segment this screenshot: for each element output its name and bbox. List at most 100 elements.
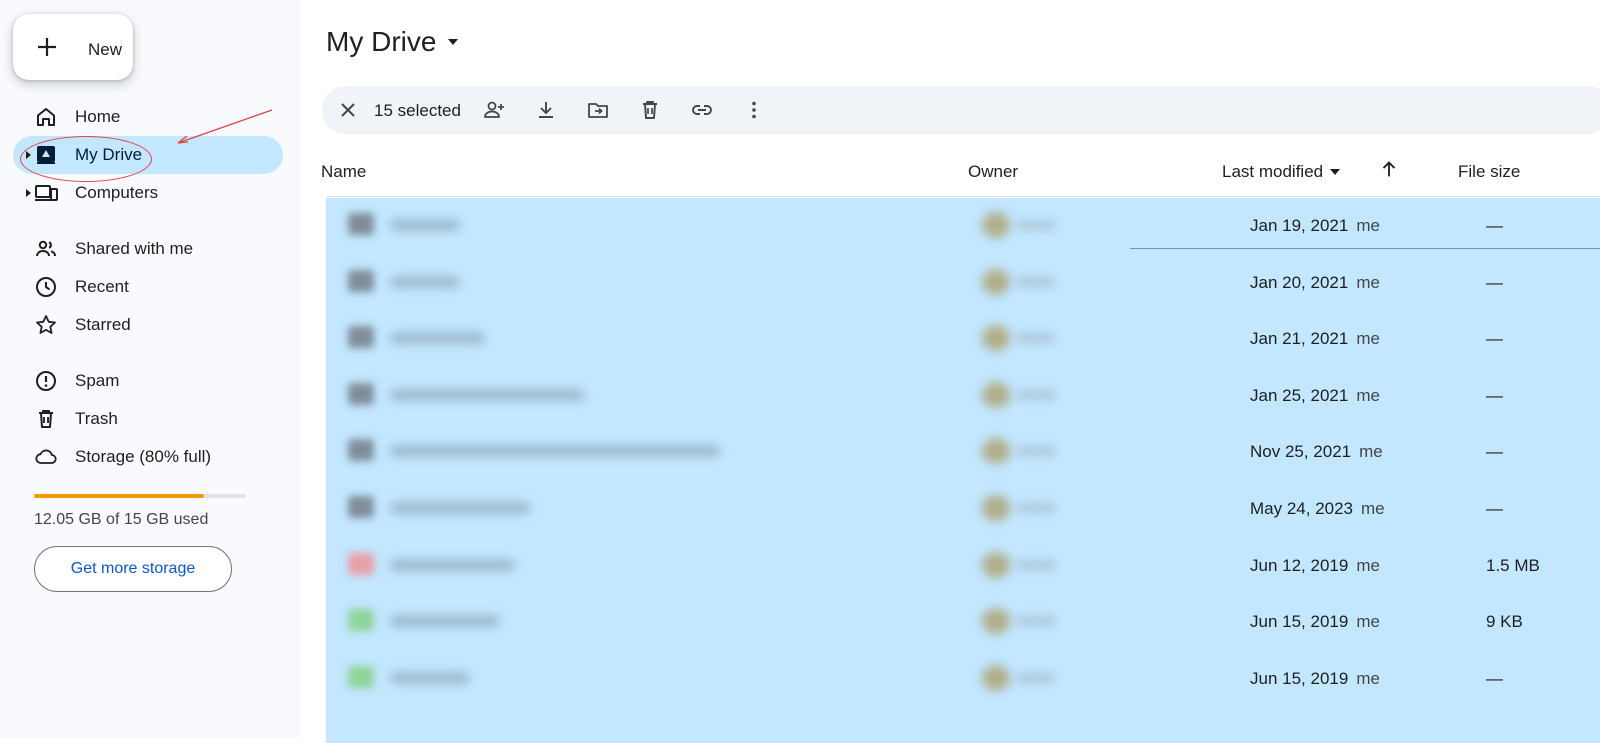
sidebar-item-spam[interactable]: Spam xyxy=(13,362,283,400)
modified-by: me xyxy=(1356,555,1380,575)
expand-caret-icon[interactable] xyxy=(24,189,32,197)
last-modified-cell: Jan 20, 2021 me xyxy=(1250,273,1380,293)
header-divider xyxy=(326,196,1600,197)
sidebar-item-recent[interactable]: Recent xyxy=(13,268,283,306)
sidebar-item-label: Spam xyxy=(75,371,120,390)
table-row[interactable]: Jan 20, 2021 me — xyxy=(326,255,1600,313)
file-size-cell: — xyxy=(1486,272,1503,292)
file-name-redacted xyxy=(390,502,530,514)
column-header-owner[interactable]: Owner xyxy=(968,162,1018,182)
last-modified-cell: Jan 19, 2021 me xyxy=(1250,216,1380,236)
last-modified-date: Jun 15, 2019 xyxy=(1250,612,1349,632)
table-row[interactable]: Jun 15, 2019 me — xyxy=(326,651,1600,709)
column-header-last-modified-label: Last modified xyxy=(1222,162,1324,181)
table-row[interactable]: May 24, 2023 me — xyxy=(326,481,1600,539)
link-icon[interactable] xyxy=(690,98,714,122)
plus-icon xyxy=(38,38,56,56)
file-size-cell: — xyxy=(1486,329,1503,349)
owner-avatar xyxy=(982,551,1010,578)
main-content: My Drive 15 selected Name Owner Last mod… xyxy=(300,0,1600,743)
storage-usage-text: 12.05 GB of 15 GB used xyxy=(34,511,209,528)
expand-caret-icon[interactable] xyxy=(24,151,32,159)
file-type-icon xyxy=(348,326,374,349)
more-vert-icon[interactable] xyxy=(742,98,766,122)
sidebar-item-computers[interactable]: Computers xyxy=(13,174,283,212)
table-row[interactable]: Jun 12, 2019 me 1.5 MB xyxy=(326,538,1600,596)
modified-by: me xyxy=(1356,329,1380,349)
sidebar-item-label: Recent xyxy=(75,277,129,296)
owner-name-redacted xyxy=(1016,220,1056,230)
row-divider xyxy=(1130,248,1600,249)
trash-icon xyxy=(39,410,53,428)
sidebar-item-storage[interactable]: Storage (80% full) xyxy=(13,438,283,476)
file-size-cell: — xyxy=(1486,668,1503,688)
sidebar-item-label: Starred xyxy=(75,315,131,334)
column-header-file-size[interactable]: File size xyxy=(1458,162,1520,182)
file-name-redacted xyxy=(390,615,500,628)
page-title-dropdown[interactable]: My Drive xyxy=(326,26,460,58)
column-header-last-modified[interactable]: Last modified xyxy=(1222,162,1341,182)
owner-name-redacted xyxy=(1016,276,1056,287)
caret-down-icon xyxy=(1330,169,1341,175)
sidebar-item-starred[interactable]: Starred xyxy=(13,306,283,344)
owner-name-redacted xyxy=(1016,672,1056,683)
owner-avatar xyxy=(982,495,1010,521)
last-modified-date: Nov 25, 2021 xyxy=(1250,442,1352,462)
owner-name-redacted xyxy=(1016,333,1056,344)
last-modified-cell: Jan 21, 2021 me xyxy=(1250,329,1380,349)
storage-progress-fill xyxy=(34,494,204,498)
file-type-icon xyxy=(348,439,374,462)
column-header-name[interactable]: Name xyxy=(321,162,366,182)
owner-avatar xyxy=(982,212,1010,238)
owner-avatar xyxy=(982,664,1010,691)
last-modified-cell: May 24, 2023 me xyxy=(1250,499,1385,519)
clock-icon xyxy=(36,277,56,297)
sidebar-item-trash[interactable]: Trash xyxy=(13,400,283,438)
owner-avatar xyxy=(982,381,1010,408)
table-row[interactable]: Jan 21, 2021 me — xyxy=(326,311,1600,369)
owner-avatar xyxy=(982,325,1010,352)
owner-name-redacted xyxy=(1016,503,1056,513)
table-row[interactable]: Nov 25, 2021 me — xyxy=(326,424,1600,482)
sidebar-item-label: Shared with me xyxy=(75,239,194,258)
file-type-icon xyxy=(348,382,374,405)
move-to-folder-icon[interactable] xyxy=(586,98,610,122)
owner-avatar xyxy=(982,438,1010,465)
new-button[interactable]: New xyxy=(13,14,133,80)
sidebar: New Home My Drive Computers Shared with … xyxy=(0,0,300,738)
sort-ascending-arrow-icon[interactable] xyxy=(1378,158,1400,180)
selected-count: 15 selected xyxy=(374,101,461,120)
sidebar-item-label: Trash xyxy=(75,409,118,428)
file-name-redacted xyxy=(390,445,720,458)
last-modified-cell: Jun 15, 2019 me xyxy=(1250,669,1380,689)
sidebar-item-home[interactable]: Home xyxy=(13,98,283,136)
spam-icon xyxy=(36,371,56,391)
table-row[interactable]: Jun 15, 2019 me 9 KB xyxy=(326,594,1600,652)
download-icon[interactable] xyxy=(534,98,558,122)
last-modified-date: Jan 20, 2021 xyxy=(1250,272,1349,292)
close-icon[interactable] xyxy=(336,98,360,122)
modified-by: me xyxy=(1356,385,1380,405)
file-name-redacted xyxy=(390,388,585,401)
cloud-icon xyxy=(35,449,57,464)
file-name-redacted xyxy=(390,671,470,684)
file-name-redacted xyxy=(390,332,485,345)
owner-avatar xyxy=(982,268,1010,295)
table-row[interactable]: Jan 25, 2021 me — xyxy=(326,368,1600,426)
sidebar-item-label: Home xyxy=(75,107,121,126)
file-type-icon xyxy=(348,552,374,575)
file-size-cell: — xyxy=(1486,499,1503,518)
trash-icon[interactable] xyxy=(638,98,662,122)
last-modified-date: Jan 19, 2021 xyxy=(1250,216,1349,235)
get-more-storage-button[interactable]: Get more storage xyxy=(34,546,232,592)
modified-by: me xyxy=(1356,668,1380,688)
file-type-icon xyxy=(348,609,374,632)
last-modified-cell: Nov 25, 2021 me xyxy=(1250,442,1383,462)
share-add-person-icon[interactable] xyxy=(482,98,506,122)
sidebar-item-my-drive[interactable]: My Drive xyxy=(13,136,283,174)
modified-by: me xyxy=(1356,272,1380,292)
file-list: Jan 19, 2021 me — Jan 20, 2021 me — Jan 21, 20… xyxy=(326,198,1600,743)
sidebar-item-shared-with-me[interactable]: Shared with me xyxy=(13,230,283,268)
owner-avatar xyxy=(982,608,1010,635)
file-name-redacted xyxy=(390,219,460,231)
